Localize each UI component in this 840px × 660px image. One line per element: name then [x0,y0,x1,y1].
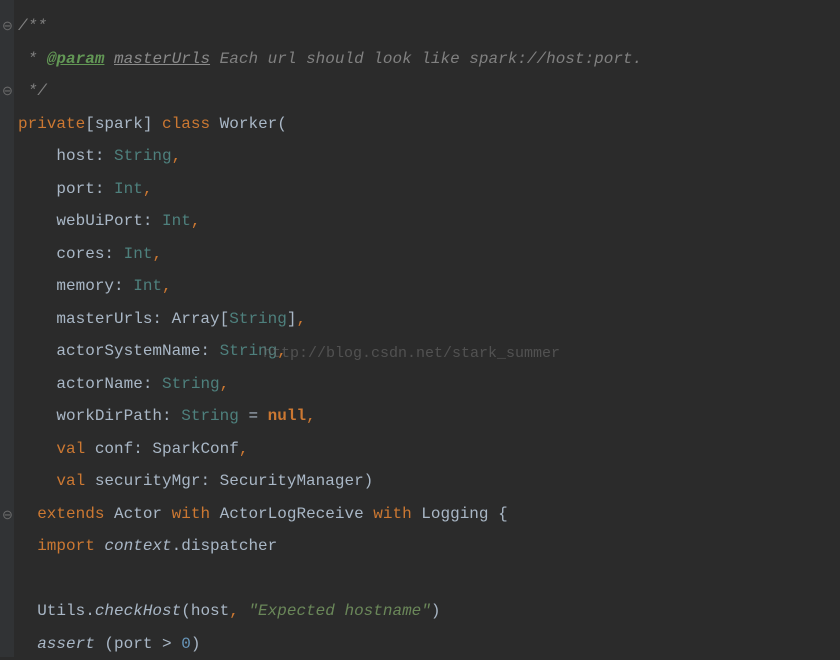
code-token: Worker( [210,115,287,133]
code-line [18,563,840,596]
fold-icon-3[interactable]: ⊖ [2,500,12,510]
code-line: webUiPort: Int, [18,205,840,238]
code-token: .dispatcher [172,537,278,555]
code-line: memory: Int, [18,270,840,303]
code-token: 0 [181,635,191,653]
code-token: , [172,147,182,165]
code-line: assert (port > 0) [18,628,840,660]
code-line: cores: Int, [18,238,840,271]
gutter: ⊖ ⊖ ⊖ [0,0,14,657]
code-line: port: Int, [18,173,840,206]
code-line: val conf: SparkConf, [18,433,840,466]
code-token: String [162,375,220,393]
code-token: , [306,407,316,425]
code-line: /** [18,10,840,43]
code-token: masterUrls [114,50,210,68]
code-token: ) [431,602,441,620]
code-token: masterUrls: Array[ [56,310,229,328]
code-token: webUiPort: [56,212,162,230]
code-token: securityMgr: SecurityManager) [85,472,373,490]
code-token: (port > [95,635,181,653]
code-token: workDirPath: [56,407,181,425]
code-token: ActorLogReceive [210,505,373,523]
code-token: , [191,212,201,230]
code-token: with [172,505,210,523]
code-line: actorSystemName: String, [18,335,840,368]
code-token: val [56,472,85,490]
code-token: , [220,375,230,393]
code-line: val securityMgr: SecurityManager) [18,465,840,498]
code-token: host: [56,147,114,165]
code-token: ) [191,635,201,653]
code-token: actorName: [56,375,162,393]
code-line: * @param masterUrls Each url should look… [18,43,840,76]
code-token: * [18,50,47,68]
code-token: ] [143,115,162,133]
code-token: class [162,115,210,133]
code-token: "Expected hostname" [248,602,430,620]
code-line: extends Actor with ActorLogReceive with … [18,498,840,531]
code-token: Actor [104,505,171,523]
code-token: cores: [56,245,123,263]
code-line: import context.dispatcher [18,530,840,563]
code-token: @param [47,50,105,68]
code-token: , [239,440,249,458]
code-line: workDirPath: String = null, [18,400,840,433]
code-token: private [18,115,85,133]
code-line: actorName: String, [18,368,840,401]
code-token: Each url should look like spark://host:p… [210,50,642,68]
code-token: , [277,342,287,360]
code-token: memory: [56,277,133,295]
code-token: Int [124,245,153,263]
code-token: , [152,245,162,263]
code-token: String [181,407,239,425]
code-line: */ [18,75,840,108]
code-line: private[spark] class Worker( [18,108,840,141]
code-token: import [37,537,95,555]
code-token: , [296,310,306,328]
code-token: [ [85,115,95,133]
code-token: val [56,440,85,458]
code-token: Logging { [412,505,508,523]
code-token: Int [162,212,191,230]
code-token: /** [18,17,47,35]
code-token: = [239,407,268,425]
code-token: (host [181,602,229,620]
code-token: conf: SparkConf [85,440,239,458]
code-token: Utils. [37,602,95,620]
code-line: host: String, [18,140,840,173]
code-token: context [104,537,171,555]
code-token: */ [18,82,47,100]
code-token: port: [56,180,114,198]
code-token: actorSystemName: [56,342,219,360]
code-token [95,537,105,555]
code-token: Int [114,180,143,198]
code-token: null [268,407,306,425]
code-token: spark [95,115,143,133]
code-token [104,50,114,68]
code-token: assert [37,635,95,653]
code-token: , [143,180,153,198]
fold-icon-1[interactable]: ⊖ [2,11,12,21]
code-editor[interactable]: /** * @param masterUrls Each url should … [18,10,840,660]
code-token: String [114,147,172,165]
code-token: with [373,505,411,523]
code-line: masterUrls: Array[String], [18,303,840,336]
code-token: String [220,342,278,360]
code-token: , [162,277,172,295]
code-token: checkHost [95,602,181,620]
code-token: Int [133,277,162,295]
code-token: String [229,310,287,328]
code-token: , [229,602,248,620]
code-token: ] [287,310,297,328]
fold-icon-2[interactable]: ⊖ [2,76,12,86]
code-token: extends [37,505,104,523]
code-line: Utils.checkHost(host, "Expected hostname… [18,595,840,628]
